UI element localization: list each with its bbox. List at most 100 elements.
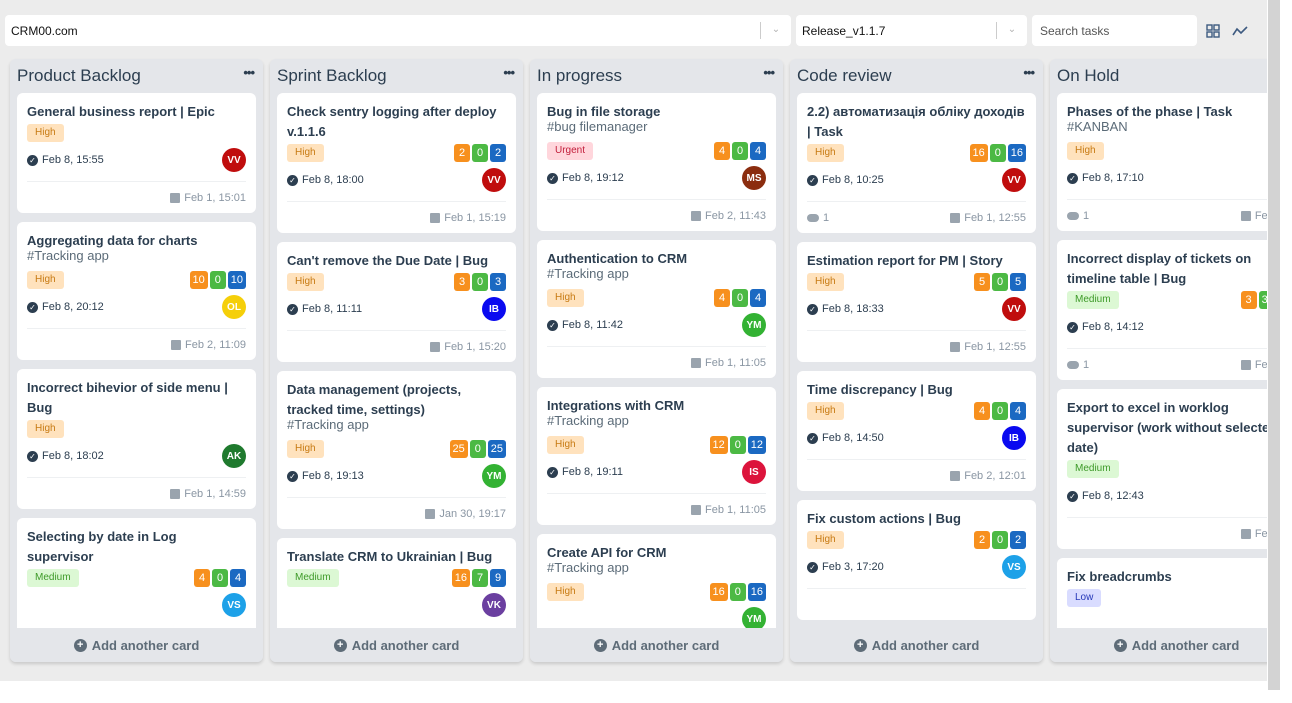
task-card[interactable]: Bug in file storage #bug filemanager Urg…	[537, 93, 776, 231]
avatar[interactable]: VS	[1002, 555, 1026, 579]
avatar[interactable]: IB	[482, 297, 506, 321]
estimate-badge: 4	[974, 402, 990, 420]
task-card[interactable]: Incorrect display of tickets on timeline…	[1057, 240, 1267, 380]
estimate-badges: 404	[714, 142, 766, 160]
priority-badge: High	[287, 273, 324, 291]
add-card-button[interactable]: + Add another card	[10, 628, 263, 662]
card-list: Check sentry logging after deploy v.1.1.…	[277, 93, 516, 628]
more-options-icon[interactable]: •••	[1023, 65, 1035, 80]
due-date: ✓ Feb 8, 19:13	[287, 470, 364, 482]
estimate-badges: 202	[454, 144, 506, 162]
created-date-text: Jan 30, 19:17	[439, 507, 506, 520]
task-card[interactable]: Phases of the phase | Task #KANBAN High …	[1057, 93, 1267, 231]
avatar[interactable]: IS	[742, 460, 766, 484]
avatar[interactable]: YM	[742, 313, 766, 337]
avatar[interactable]: IB	[1002, 426, 1026, 450]
task-card[interactable]: 2.2) автоматизація обліку доходів | Task…	[797, 93, 1036, 233]
task-card[interactable]: Check sentry logging after deploy v.1.1.…	[277, 93, 516, 233]
task-card[interactable]: Export to excel in worklog supervisor (w…	[1057, 389, 1267, 549]
add-card-button[interactable]: + Add another card	[270, 628, 523, 662]
task-card[interactable]: Translate CRM to Ukrainian | Bug Medium …	[277, 538, 516, 628]
task-card[interactable]: Integrations with CRM #Tracking app High…	[537, 387, 776, 525]
estimate-badges: 404	[974, 402, 1026, 420]
card-list: Phases of the phase | Task #KANBAN High …	[1057, 93, 1267, 628]
chart-line-icon[interactable]	[1229, 20, 1251, 42]
estimate-badges: 25 0 25	[449, 440, 506, 458]
task-card[interactable]: Fix breadcrumbs Low 3	[1057, 558, 1267, 628]
comments-count: 1	[1067, 210, 1089, 222]
due-date-text: Feb 8, 14:12	[1082, 321, 1144, 333]
avatar[interactable]: MS	[742, 166, 766, 190]
release-select[interactable]: Release_v1.1.7 ⌄	[796, 15, 1027, 46]
plus-circle-icon: +	[73, 638, 87, 652]
avatar[interactable]: OL	[222, 295, 246, 319]
task-card[interactable]: Fix custom actions | Bug High 202 ✓ Feb …	[797, 500, 1036, 620]
add-card-button[interactable]: + Add another card	[530, 628, 783, 662]
due-date-text: Feb 8, 11:11	[302, 303, 363, 315]
estimate-badge: 25	[487, 440, 506, 458]
chevron-down-icon[interactable]: ⌄	[1005, 21, 1019, 37]
check-circle-icon: ✓	[27, 450, 38, 462]
project-select[interactable]: CRM00.com ⌄	[5, 15, 791, 46]
column-title: Product Backlog	[17, 65, 141, 85]
avatar[interactable]: VV	[222, 148, 246, 172]
created-date-text: Feb 1, 15:19	[444, 211, 506, 224]
avatar[interactable]: AK	[222, 444, 246, 468]
task-card[interactable]: Aggregating data for charts #Tracking ap…	[17, 222, 256, 360]
chevron-down-icon[interactable]: ⌄	[769, 21, 783, 37]
avatar[interactable]: VV	[1002, 297, 1026, 321]
task-card[interactable]: Create API for CRM #Tracking app High 16…	[537, 534, 776, 628]
due-date: ✓ Feb 8, 11:42	[547, 319, 623, 331]
more-options-icon[interactable]: •••	[763, 65, 775, 80]
card-footer: Feb 1, 15:19	[287, 201, 506, 233]
card-footer: 1 Feb 1,	[1067, 199, 1267, 231]
task-card[interactable]: Incorrect bihevior of side menu | Bug Hi…	[17, 369, 256, 509]
created-date: Feb 1,	[1240, 359, 1267, 371]
card-footer: Feb 1, 15:20	[287, 330, 506, 362]
add-card-button[interactable]: + Add another card	[1050, 628, 1267, 662]
avatar[interactable]: VS	[222, 593, 246, 617]
due-date-text: Feb 8, 11:42	[562, 319, 623, 331]
task-card[interactable]: General business report | Epic High ✓ Fe…	[17, 93, 256, 213]
task-card[interactable]: Authentication to CRM #Tracking app High…	[537, 240, 776, 378]
estimate-badge: 3.92	[1258, 291, 1267, 309]
task-card[interactable]: Selecting by date in Log supervisor Medi…	[17, 518, 256, 628]
estimate-badges: 16 7 9	[451, 569, 506, 587]
estimate-badge: 4	[194, 569, 210, 587]
priority-badge: Urgent	[547, 142, 594, 160]
card-list: Bug in file storage #bug filemanager Urg…	[537, 93, 776, 628]
task-card[interactable]: Estimation report for PM | Story High 50…	[797, 242, 1036, 362]
created-date: Feb 1, 15:01	[170, 192, 246, 204]
avatar[interactable]: VK	[482, 593, 506, 617]
estimate-badge: 3	[454, 273, 470, 291]
calendar-icon	[425, 508, 436, 519]
task-card[interactable]: Can't remove the Due Date | Bug High 303…	[277, 242, 516, 362]
grid-view-icon[interactable]	[1202, 20, 1224, 42]
card-title: Check sentry logging after deploy v.1.1.…	[287, 104, 497, 139]
page-scrollbar[interactable]	[1268, 0, 1280, 690]
check-circle-icon: ✓	[1067, 490, 1078, 502]
estimate-badges: 202	[974, 531, 1026, 549]
more-options-icon[interactable]: •••	[503, 65, 515, 80]
task-card[interactable]: Time discrepancy | Bug High 404 ✓ Feb 8,…	[797, 371, 1036, 491]
created-date: Feb 1,	[1240, 210, 1267, 222]
avatar[interactable]: YM	[482, 464, 506, 488]
more-options-icon[interactable]: •••	[243, 65, 255, 80]
avatar[interactable]: VV	[482, 168, 506, 192]
task-card[interactable]: Data management (projects, tracked time,…	[277, 371, 516, 529]
card-footer: Feb 1, 11:05	[547, 493, 766, 525]
due-date-text: Feb 8, 19:11	[562, 466, 623, 478]
due-date-text: Feb 8, 20:12	[42, 301, 104, 313]
created-date-text: Feb 1, 12:55	[964, 340, 1026, 353]
calendar-icon	[170, 192, 181, 203]
due-date: ✓ Feb 8, 19:11	[547, 466, 623, 478]
add-card-button[interactable]: + Add another card	[790, 628, 1043, 662]
column-code-review: Code review ••• 2.2) автоматизація облік…	[790, 59, 1043, 662]
estimate-badge: 5	[1010, 273, 1026, 291]
avatar[interactable]: VV	[1002, 168, 1026, 192]
search-input[interactable]	[1032, 15, 1197, 46]
estimate-badge: 2	[1010, 531, 1026, 549]
calendar-icon	[430, 341, 441, 352]
avatar[interactable]: YM	[742, 607, 766, 628]
comments-count: 1	[807, 212, 829, 224]
